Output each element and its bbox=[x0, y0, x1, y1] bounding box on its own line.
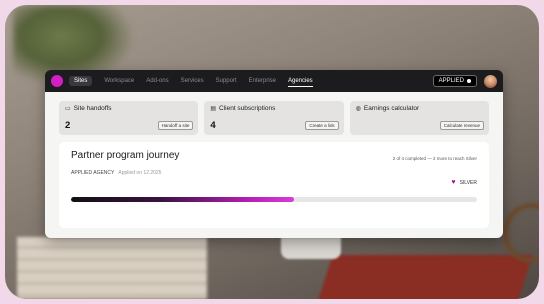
background-photo: Sites Workspace Add-ons Services Support… bbox=[5, 5, 539, 299]
journey-level: APPLIED AGENCY bbox=[71, 170, 115, 176]
nav-item-services[interactable]: Services bbox=[181, 76, 204, 86]
nav-item-workspace[interactable]: Workspace bbox=[104, 76, 134, 86]
journey-applied-date: Applied on 12.2025 bbox=[118, 170, 162, 176]
summary-cards: ▭ Site handoffs 2 Handoff a site ▤ Clien… bbox=[59, 101, 489, 135]
heart-icon: ♥ bbox=[451, 179, 456, 186]
badge-label: SILVER bbox=[459, 179, 477, 186]
coins-icon: ◍ bbox=[355, 106, 361, 112]
glasses-decoration bbox=[503, 203, 539, 263]
window-icon: ▭ bbox=[65, 106, 71, 112]
nav-item-add-ons[interactable]: Add-ons bbox=[146, 76, 168, 86]
main-content: ▭ Site handoffs 2 Handoff a site ▤ Clien… bbox=[45, 92, 503, 238]
handoff-site-button[interactable]: Handoff a site bbox=[157, 121, 194, 130]
red-book-decoration bbox=[313, 255, 533, 299]
applied-status-button[interactable]: APPLIED bbox=[432, 75, 477, 87]
main-nav: Sites Workspace Add-ons Services Support… bbox=[69, 76, 313, 87]
journey-progress-bar bbox=[71, 197, 477, 202]
nav-item-sites[interactable]: Sites bbox=[69, 76, 93, 86]
card-value: 2 bbox=[65, 120, 71, 131]
card-title: Site handoffs bbox=[73, 105, 112, 112]
card-earnings-calculator: ◍ Earnings calculator Calculate revenue bbox=[349, 101, 489, 135]
calendar-icon: ▤ bbox=[210, 106, 216, 112]
top-nav-bar: Sites Workspace Add-ons Services Support… bbox=[45, 70, 503, 92]
card-site-handoffs: ▭ Site handoffs 2 Handoff a site bbox=[59, 101, 199, 135]
level-badge: ♥ SILVER bbox=[451, 179, 477, 186]
avatar[interactable] bbox=[484, 74, 497, 88]
journey-progress-fill bbox=[71, 197, 295, 202]
nav-item-agencies[interactable]: Agencies bbox=[288, 76, 313, 87]
status-dot-icon bbox=[467, 79, 471, 83]
app-window: Sites Workspace Add-ons Services Support… bbox=[45, 70, 503, 238]
calculate-revenue-button[interactable]: Calculate revenue bbox=[439, 121, 484, 130]
cup-decoration bbox=[281, 237, 341, 259]
card-value: 4 bbox=[210, 120, 216, 131]
partner-journey-panel: Partner program journey 2 of 4 completed… bbox=[59, 142, 489, 228]
create-link-button[interactable]: Create a link bbox=[305, 121, 339, 130]
card-title: Client subscriptions bbox=[219, 105, 276, 112]
nav-item-enterprise[interactable]: Enterprise bbox=[249, 76, 276, 86]
brand-logo-icon[interactable] bbox=[51, 75, 63, 87]
card-client-subscriptions: ▤ Client subscriptions 4 Create a link bbox=[204, 101, 344, 135]
nav-item-support[interactable]: Support bbox=[216, 76, 237, 86]
card-title: Earnings calculator bbox=[363, 105, 420, 112]
books-decoration bbox=[17, 237, 207, 299]
applied-label: APPLIED bbox=[438, 78, 464, 84]
journey-progress-text: 2 of 4 completed — 2 more to reach Silve… bbox=[392, 156, 477, 161]
